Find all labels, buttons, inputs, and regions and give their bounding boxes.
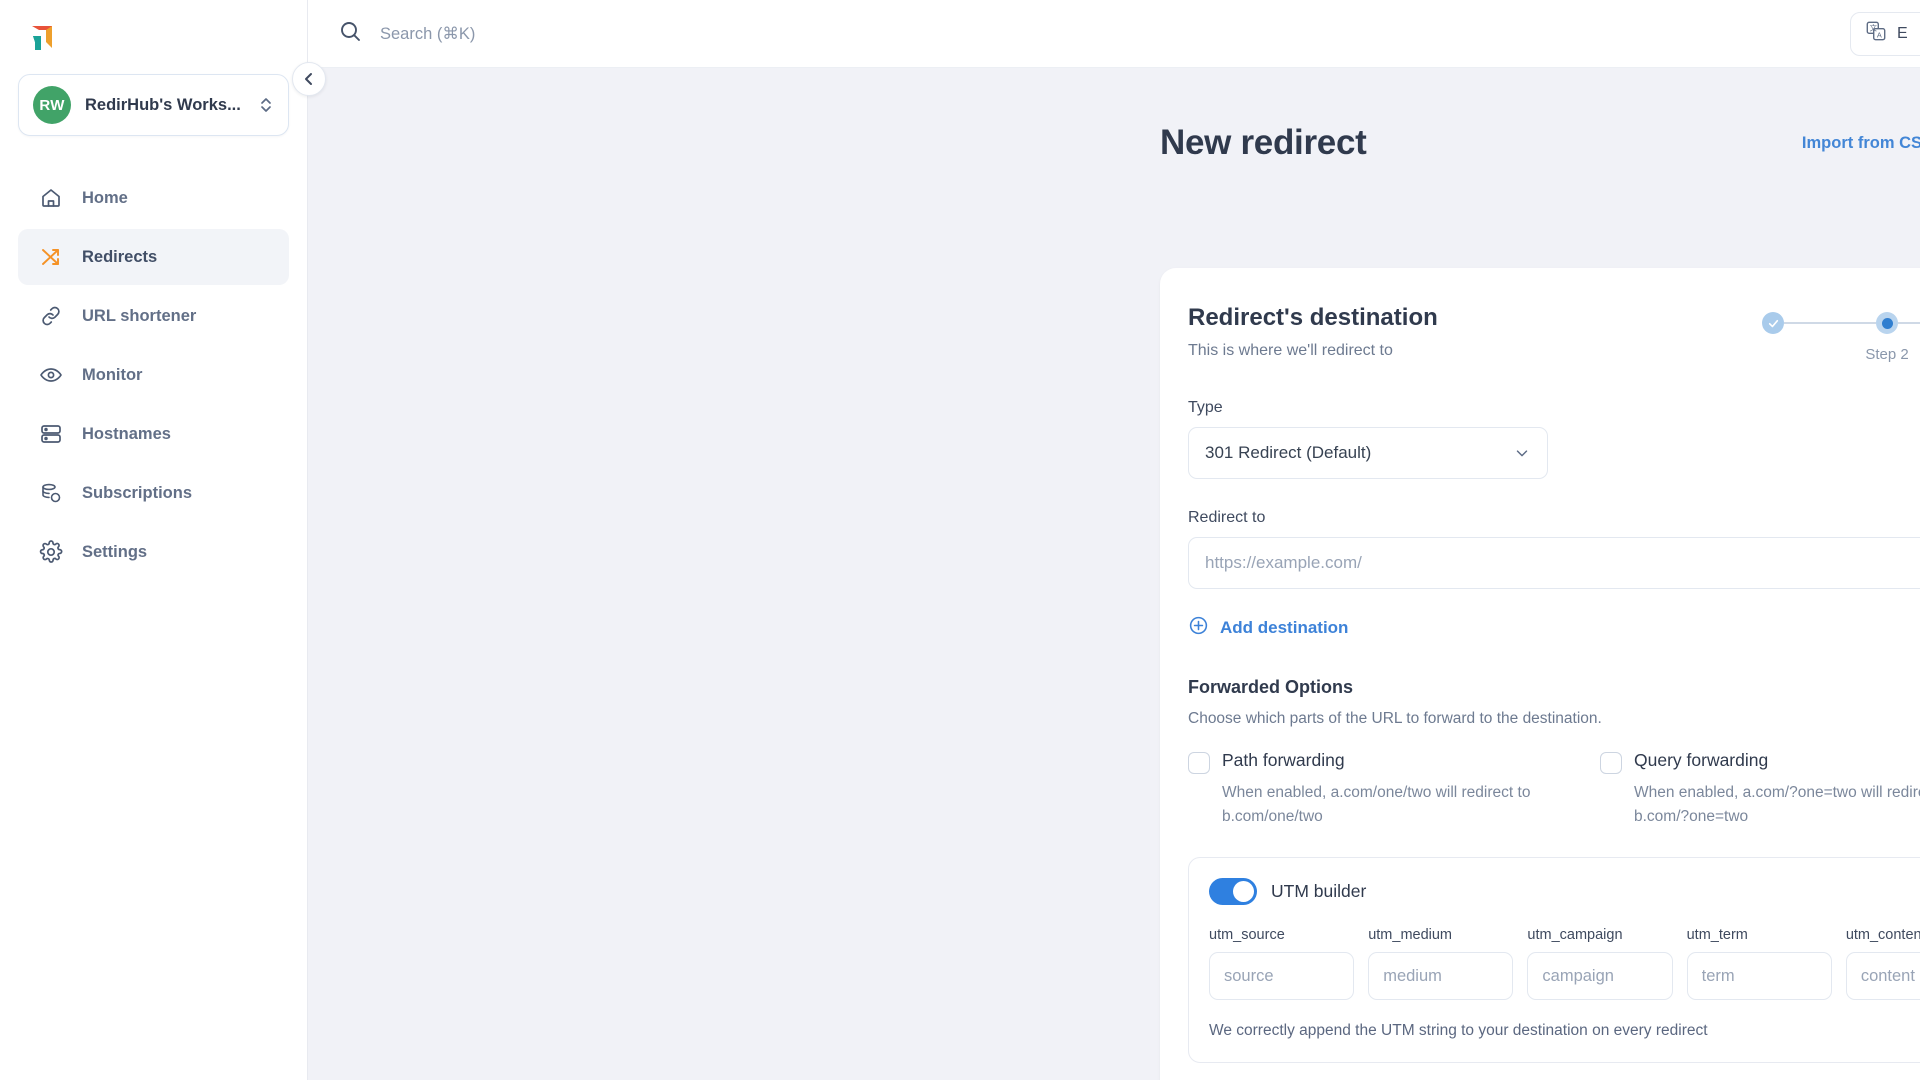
redirect-type-select[interactable]: 301 Redirect (Default) [1188,427,1548,479]
import-from-csv-button[interactable]: Import from CSV [1802,130,1920,156]
sidebar-item-hostnames[interactable]: Hostnames [18,406,289,462]
query-forwarding-label: Query forwarding [1634,750,1920,771]
card-header: Redirect's destination This is where we'… [1188,304,1920,363]
utm-term-input[interactable] [1687,952,1832,1000]
sidebar-item-url-shortener[interactable]: URL shortener [18,288,289,344]
sidebar-item-home[interactable]: Home [18,170,289,226]
chevron-down-icon [1513,444,1531,462]
query-forwarding-description: When enabled, a.com/?one=two will redire… [1634,781,1920,829]
type-label: Type [1188,399,1920,417]
new-redirect-modal: New redirect Import from CSV [308,68,1920,1080]
sidebar-item-subscriptions[interactable]: Subscriptions [18,465,289,521]
redirect-to-field-group: Redirect to [1188,509,1920,589]
step-connector [1784,322,1876,324]
modal-header: New redirect Import from CSV [1160,120,1920,166]
utm-builder-toggle[interactable] [1209,878,1257,905]
redirect-to-input[interactable] [1188,537,1920,589]
step-1-completed [1762,312,1784,334]
sidebar-item-label: Home [82,189,128,208]
search-icon [338,19,362,48]
forwarded-options-section: Forwarded Options Choose which parts of … [1188,677,1920,829]
import-csv-label: Import from CSV [1802,134,1920,153]
sidebar-item-monitor[interactable]: Monitor [18,347,289,403]
forwarded-options-subtitle: Choose which parts of the URL to forward… [1188,710,1920,728]
redirect-type-value: 301 Redirect (Default) [1205,443,1371,463]
logo-container[interactable] [0,0,307,68]
section-subtitle: This is where we'll redirect to [1188,342,1762,360]
forwarded-options-title: Forwarded Options [1188,677,1920,698]
search-input[interactable]: Search (⌘K) [308,19,1850,48]
eye-icon [38,362,64,388]
sidebar-collapse-button[interactable] [292,62,326,96]
step-connector [1898,322,1920,324]
utm-medium-field: utm_medium [1368,927,1513,1000]
utm-medium-label: utm_medium [1368,927,1513,943]
sidebar-item-label: Subscriptions [82,484,192,503]
utm-content-input[interactable] [1846,952,1920,1000]
redirect-to-label: Redirect to [1188,509,1920,527]
utm-source-input[interactable] [1209,952,1354,1000]
sidebar-nav: Home Redirects [0,170,307,580]
server-icon [38,421,64,447]
path-forwarding-checkbox[interactable] [1188,752,1210,774]
path-forwarding-description: When enabled, a.com/one/two will redirec… [1222,781,1552,829]
path-forwarding-label: Path forwarding [1222,750,1552,771]
query-forwarding-checkbox[interactable] [1600,752,1622,774]
utm-source-label: utm_source [1209,927,1354,943]
utm-campaign-label: utm_campaign [1527,927,1672,943]
redirhub-logo [22,18,62,58]
shuffle-icon [38,244,64,270]
utm-content-field: utm_content [1846,927,1920,1000]
main-area: Search (⌘K) 文 A E New redirect [308,0,1920,1080]
search-placeholder: Search (⌘K) [380,24,475,44]
gear-icon [38,539,64,565]
sidebar-item-label: URL shortener [82,307,196,326]
path-forwarding-option: Path forwarding When enabled, a.com/one/… [1188,750,1600,829]
workspace-selector[interactable]: RW RedirHub's Works... [18,74,289,136]
type-field-group: Type 301 Redirect (Default) [1188,399,1920,479]
coins-icon [38,480,64,506]
workspace-avatar: RW [33,86,71,124]
redirect-destination-card: Redirect's destination This is where we'… [1160,268,1920,1080]
translate-icon: 文 A [1865,20,1887,47]
home-icon [38,185,64,211]
utm-campaign-field: utm_campaign [1527,927,1672,1000]
link-icon [38,303,64,329]
sidebar-item-label: Settings [82,543,147,562]
utm-builder-title: UTM builder [1271,881,1366,902]
plus-circle-icon [1188,615,1209,641]
step-label: Step 2 [1762,346,1920,363]
sidebar-item-redirects[interactable]: Redirects [18,229,289,285]
topbar: Search (⌘K) 文 A E [308,0,1920,68]
sidebar-item-label: Monitor [82,366,142,385]
utm-builder-card: UTM builder utm_source utm_medium utm_ca [1188,857,1920,1063]
utm-term-label: utm_term [1687,927,1832,943]
query-forwarding-option: Query forwarding When enabled, a.com/?on… [1600,750,1920,829]
page-title: New redirect [1160,123,1367,163]
add-destination-button[interactable]: Add destination [1188,615,1920,641]
utm-content-label: utm_content [1846,927,1920,943]
chevron-up-down-icon [258,94,274,116]
sidebar-item-label: Hostnames [82,425,171,444]
language-selector-button[interactable]: 文 A E [1850,12,1920,56]
utm-medium-input[interactable] [1368,952,1513,1000]
sidebar-item-settings[interactable]: Settings [18,524,289,580]
utm-source-field: utm_source [1209,927,1354,1000]
modal-header-actions: Import from CSV [1802,120,1920,166]
language-label: E [1897,25,1908,43]
sidebar-item-label: Redirects [82,248,157,267]
svg-text:A: A [1877,30,1882,39]
utm-campaign-input[interactable] [1527,952,1672,1000]
utm-builder-note: We correctly append the UTM string to yo… [1209,1022,1920,1040]
utm-fields-row: utm_source utm_medium utm_campaign [1209,927,1920,1000]
step-indicator: Step 2 [1762,304,1920,363]
app-root: RW RedirHub's Works... H [0,0,1920,1080]
section-title: Redirect's destination [1188,304,1762,332]
add-destination-label: Add destination [1220,618,1348,638]
workspace-name: RedirHub's Works... [85,96,244,115]
step-2-current [1876,312,1898,334]
sidebar: RW RedirHub's Works... H [0,0,308,1080]
utm-term-field: utm_term [1687,927,1832,1000]
